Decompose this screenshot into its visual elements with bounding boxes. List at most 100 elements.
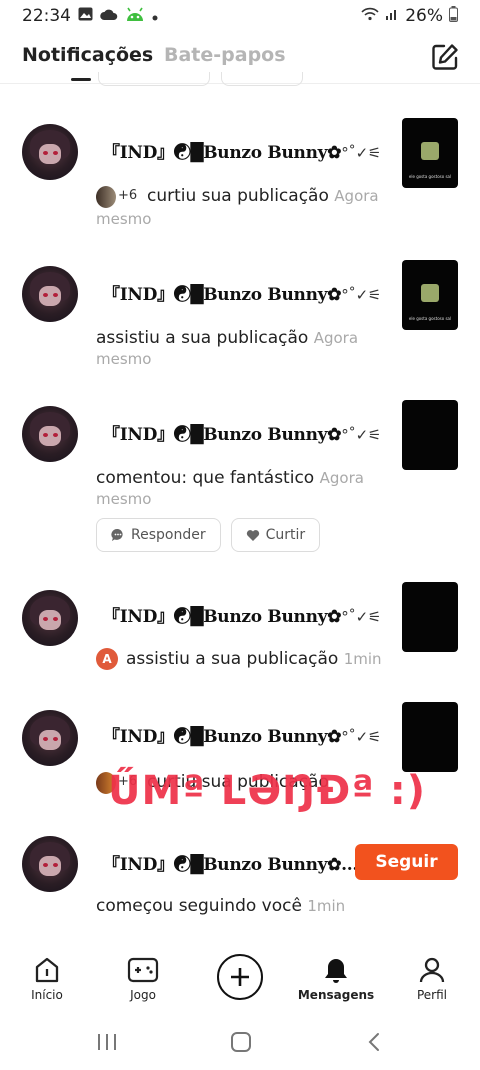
timestamp: Agora: [313, 329, 359, 347]
reply-button[interactable]: Responder: [96, 518, 221, 552]
signal-icon: [385, 6, 399, 26]
action-text: curtiu sua publicação: [147, 186, 329, 206]
action-text: comentou: que fantástico: [96, 468, 315, 488]
username-decoration: °˚✓⚟: [341, 426, 382, 444]
username[interactable]: 『IND』☯█Bunzo Bunny✿°˚✓⚟: [103, 138, 381, 163]
username-decoration: °˚✓⚟: [341, 286, 382, 304]
post-thumbnail[interactable]: [402, 582, 458, 652]
timestamp: Agora: [334, 187, 379, 205]
cloud-icon: [100, 6, 118, 26]
nav-item-perfil[interactable]: Perfil: [392, 956, 472, 1002]
timestamp-continued: mesmo: [96, 490, 152, 508]
post-thumbnail[interactable]: [402, 400, 458, 470]
wifi-icon: [361, 6, 379, 26]
username[interactable]: 『IND』☯█Bunzo Bunny✿°˚✓⚟: [103, 722, 381, 747]
scrolled-reply-button: [98, 72, 210, 86]
notification-text: começou seguindo você 1min: [96, 896, 345, 916]
username[interactable]: 『IND』☯█Bunzo Bunny✿°˚✓⚟: [103, 602, 381, 627]
chat-bubble-icon: [111, 528, 123, 541]
nav-label-perfil: Perfil: [416, 988, 448, 1002]
notification-text: comentou: que fantástico Agora: [96, 468, 364, 488]
username-text: 『IND』☯█Bunzo Bunny✿: [103, 607, 342, 627]
plus-icon: [231, 968, 249, 986]
username-decoration: °˚✓⚟: [341, 608, 382, 626]
nav-label-jogo: Jogo: [130, 988, 156, 1002]
battery-percent: 26%: [405, 6, 443, 26]
bottom-navigation: Início Jogo Mensagens Perfil: [0, 946, 480, 1018]
notification-text: curtiu sua publicação Agora: [147, 186, 379, 206]
avatar[interactable]: [22, 406, 78, 462]
avatar[interactable]: [22, 836, 78, 892]
timestamp: 1min: [307, 897, 346, 915]
compose-icon: [432, 44, 458, 70]
android-icon: [125, 5, 145, 28]
notification-text: Aassistiu a sua publicação 1min: [96, 648, 382, 670]
like-label: Curtir: [265, 527, 306, 543]
nav-item-mensagens[interactable]: Mensagens: [296, 956, 376, 1002]
home-button-icon[interactable]: [230, 1032, 252, 1052]
notification-text: assistiu a sua publicação Agora: [96, 328, 358, 348]
avatar[interactable]: [22, 710, 78, 766]
notification-item[interactable]: 『IND』☯█Bunzo Bunny✿°˚✓⚟ ele gosta gostos…: [0, 118, 480, 233]
username-text: 『IND』☯█Bunzo Bunny✿: [103, 285, 342, 305]
post-thumbnail[interactable]: ele gosta gostoso sal: [402, 260, 458, 330]
like-button[interactable]: Curtir: [230, 518, 321, 552]
dot-icon: [152, 6, 158, 26]
action-text: assistiu a sua publicação: [96, 328, 309, 348]
active-tab-indicator: [71, 78, 91, 81]
nav-item-inicio[interactable]: Início: [7, 956, 87, 1002]
gallery-icon: [78, 6, 93, 26]
notification-item[interactable]: 『IND』☯█Bunzo Bunny✿°˚✓⚟ Aassistiu a sua …: [0, 582, 480, 682]
gamepad-icon: [127, 957, 159, 983]
username-text: 『IND』☯█Bunzo Bunny✿...: [103, 855, 359, 875]
reply-label: Responder: [131, 527, 206, 543]
create-post-button[interactable]: [217, 954, 263, 1000]
person-icon: [419, 957, 445, 983]
username[interactable]: 『IND』☯█Bunzo Bunny✿°˚✓⚟: [103, 280, 381, 305]
notification-item[interactable]: 『IND』☯█Bunzo Bunny✿... Seguir começou se…: [0, 832, 480, 942]
follow-button[interactable]: Seguir: [355, 844, 458, 880]
action-text: assistiu a sua publicação: [126, 649, 339, 669]
action-text: começou seguindo você: [96, 896, 302, 916]
username[interactable]: 『IND』☯█Bunzo Bunny✿°˚✓⚟: [103, 420, 381, 445]
username-decoration: °˚✓⚟: [341, 728, 382, 746]
compose-button[interactable]: [430, 42, 460, 72]
avatar[interactable]: [22, 124, 78, 180]
post-thumbnail[interactable]: ele gosta gostoso sal: [402, 118, 458, 188]
back-icon[interactable]: [366, 1032, 382, 1052]
heart-icon: [246, 529, 259, 541]
notification-item[interactable]: 『IND』☯█Bunzo Bunny✿°˚✓⚟ ele gosta gostos…: [0, 258, 480, 373]
tab-bate-papos[interactable]: Bate-papos: [164, 44, 286, 66]
tab-notificacoes[interactable]: Notificações: [22, 44, 153, 66]
username-text: 『IND』☯█Bunzo Bunny✿: [103, 425, 342, 445]
status-time: 22:34: [22, 6, 71, 26]
battery-icon: [449, 5, 458, 27]
thumbnail-caption: ele gosta gostoso sal: [408, 174, 452, 179]
username-decoration: °˚✓⚟: [341, 144, 382, 162]
avatar[interactable]: [22, 590, 78, 646]
username-text: 『IND』☯█Bunzo Bunny✿: [103, 727, 342, 747]
home-icon: [35, 957, 59, 983]
timestamp-continued: mesmo: [96, 350, 152, 368]
timestamp: Agora: [319, 469, 364, 487]
liker-count: +6: [118, 188, 138, 203]
thumbnail-caption: ele gosta gostoso sal: [408, 316, 452, 321]
status-bar: 22:34 26%: [0, 0, 480, 32]
username[interactable]: 『IND』☯█Bunzo Bunny✿...: [103, 850, 358, 875]
nav-label-mensagens: Mensagens: [297, 988, 375, 1002]
nav-item-jogo[interactable]: Jogo: [103, 956, 183, 1002]
bell-icon: [325, 959, 347, 983]
avatar[interactable]: [22, 266, 78, 322]
username-text: 『IND』☯█Bunzo Bunny✿: [103, 143, 342, 163]
anonymous-badge: A: [96, 648, 118, 670]
liker-avatars[interactable]: +6: [96, 186, 140, 208]
nav-label-inicio: Início: [31, 988, 63, 1002]
post-thumbnail[interactable]: [402, 702, 458, 772]
scrolled-like-button: [221, 72, 303, 86]
notification-item[interactable]: 『IND』☯█Bunzo Bunny✿°˚✓⚟ comentou: que fa…: [0, 398, 480, 558]
timestamp: 1min: [343, 650, 382, 668]
timestamp-continued: mesmo: [96, 210, 152, 228]
system-navigation-bar: [0, 1018, 480, 1070]
recents-icon[interactable]: [96, 1032, 120, 1052]
watermark-text: ŰMª LƏŊƉª :): [108, 768, 426, 814]
